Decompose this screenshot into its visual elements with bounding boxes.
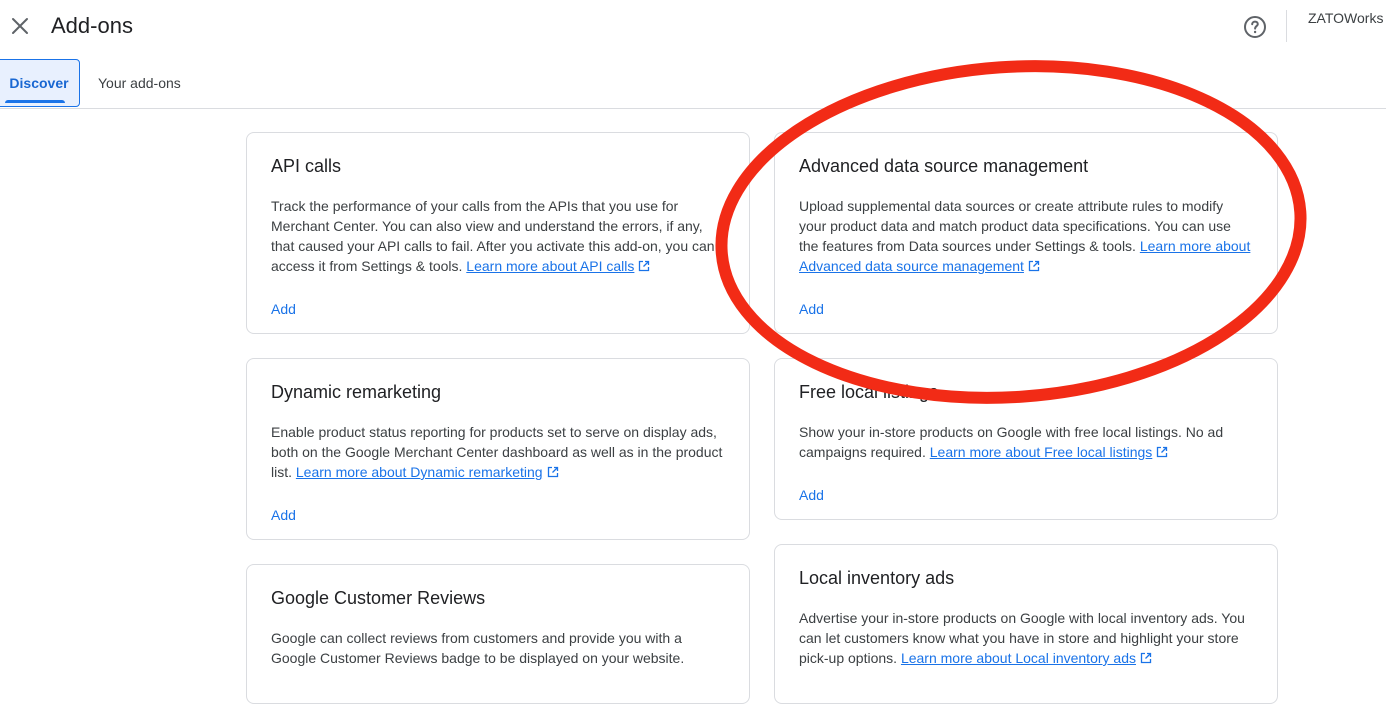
card-title: Google Customer Reviews (271, 588, 486, 608)
card-description: Advertise your in-store products on Goog… (799, 610, 1245, 666)
tab-discover-label: Discover (9, 75, 69, 91)
addon-card-local-inventory-ads: Local inventory ads Advertise your in-st… (774, 544, 1278, 704)
learn-more-link[interactable]: Learn more about Local inventory ads (901, 650, 1136, 666)
top-bar: Add-ons ZATOWorks (0, 0, 1386, 52)
open-in-new-icon (1157, 446, 1168, 458)
open-in-new-icon (547, 466, 558, 478)
tab-your-add-ons-label: Your add-ons (98, 74, 181, 91)
learn-more-link[interactable]: Learn more about Dynamic remarketing (296, 464, 543, 480)
open-in-new-icon (1140, 652, 1152, 664)
card-description: Upload supplemental data sources or crea… (799, 198, 1251, 274)
card-title: Local inventory ads (799, 568, 955, 588)
addon-card-dynamic-remarketing: Dynamic remarketing Enable product statu… (246, 358, 750, 540)
close-icon (12, 18, 28, 34)
help-button[interactable] (1242, 14, 1268, 40)
tab-bar: Discover Your add-ons (0, 59, 1386, 109)
learn-more-link[interactable]: Learn more about API calls (466, 258, 634, 274)
open-in-new-icon (639, 260, 650, 272)
addon-card-google-customer-reviews: Google Customer Reviews Google can colle… (246, 564, 750, 704)
card-title: Free local listings (799, 382, 939, 402)
card-description: Track the performance of your calls from… (271, 198, 715, 274)
help-circle-icon (1244, 16, 1266, 38)
topbar-divider (1286, 10, 1287, 42)
addon-card-free-local-listings: Free local listings Show your in-store p… (774, 358, 1278, 520)
addon-card-advanced-data-source-management: Advanced data source management Upload s… (774, 132, 1278, 334)
add-button[interactable]: Add (271, 507, 296, 523)
tab-your-add-ons[interactable]: Your add-ons (98, 59, 181, 106)
tab-discover[interactable]: Discover (0, 59, 80, 107)
learn-more-link[interactable]: Learn more about Free local listings (930, 444, 1153, 460)
card-title: API calls (271, 156, 342, 176)
add-button[interactable]: Add (799, 301, 824, 317)
card-title: Advanced data source management (799, 156, 1089, 176)
card-description: Show your in-store products on Google wi… (799, 424, 1224, 460)
page-title: Add-ons (51, 13, 133, 38)
open-in-new-icon (1028, 260, 1040, 272)
add-button[interactable]: Add (271, 301, 296, 317)
card-title: Dynamic remarketing (271, 382, 442, 402)
tab-active-indicator (5, 100, 65, 103)
card-description: Enable product status reporting for prod… (271, 424, 723, 480)
add-button[interactable]: Add (799, 487, 824, 503)
account-name[interactable]: ZATOWorks (1308, 10, 1383, 26)
close-button[interactable] (6, 12, 34, 40)
addon-card-api-calls: API calls Track the performance of your … (246, 132, 750, 334)
card-description: Google can collect reviews from customer… (271, 630, 685, 666)
